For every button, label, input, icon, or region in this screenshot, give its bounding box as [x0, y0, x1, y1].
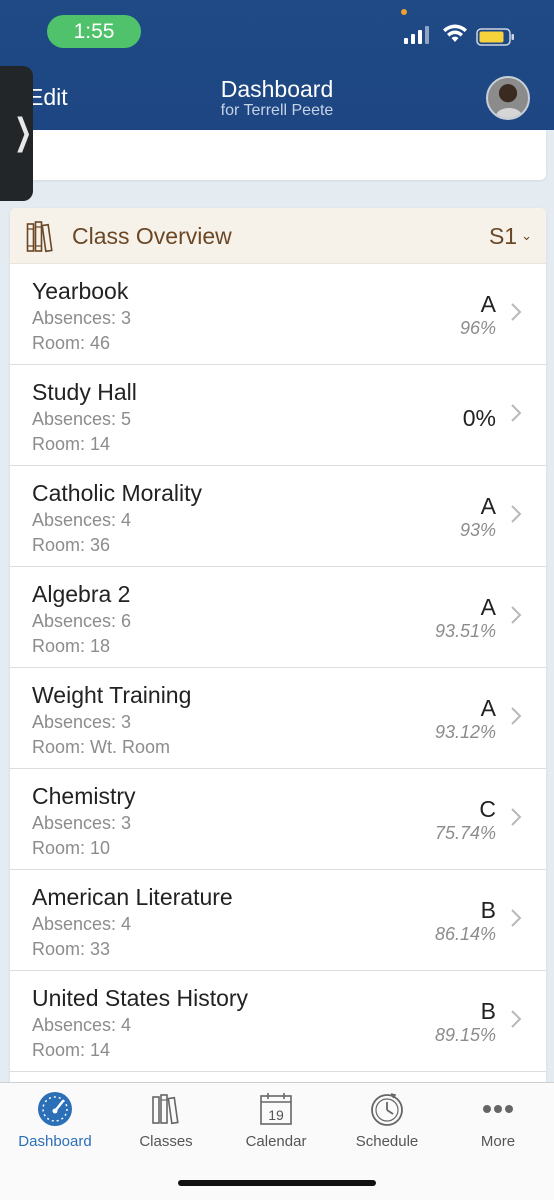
class-name: Chemistry: [32, 783, 136, 809]
term-value: S1: [488, 223, 518, 249]
class-room: Room: 46: [32, 333, 111, 353]
tab-schedule[interactable]: Schedule: [332, 1083, 442, 1163]
class-absences: Absences: 3: [32, 712, 132, 732]
chevron-right-icon: [511, 606, 522, 624]
signal-icon: [404, 26, 429, 44]
class-row-american-literature[interactable]: American Literature Absences: 4 Room: 33…: [10, 870, 546, 971]
tab-dashboard[interactable]: Dashboard: [0, 1083, 110, 1163]
class-row-algebra-2[interactable]: Algebra 2 Absences: 6 Room: 18 A 93.51%: [10, 567, 546, 668]
chevron-right-icon: [511, 404, 522, 422]
class-absences: Absences: 4: [32, 510, 132, 530]
class-room: Room: 14: [32, 1040, 111, 1060]
chevron-right-icon: [511, 808, 522, 826]
class-name: United States History: [32, 985, 249, 1011]
class-row-weight-training[interactable]: Weight Training Absences: 3 Room: Wt. Ro…: [10, 668, 546, 769]
books-icon: [26, 221, 53, 253]
term-selector[interactable]: S1 ⌄: [489, 223, 532, 250]
class-percent: 0%: [462, 405, 496, 431]
class-row-united-states-history[interactable]: United States History Absences: 4 Room: …: [10, 971, 546, 1072]
class-grade: C: [479, 796, 496, 822]
class-percent: 75.74%: [434, 823, 496, 843]
class-name: Weight Training: [32, 682, 192, 708]
class-percent: 86.14%: [434, 924, 496, 944]
more-dots-icon: [483, 1105, 513, 1113]
schedule-clock-icon: [371, 1093, 403, 1126]
class-room: Room: 14: [32, 434, 111, 454]
side-panel-handle[interactable]: ❯: [0, 66, 33, 201]
class-overview-title: Class Overview: [72, 223, 232, 249]
navigation-header: 1:55 Edit Dashboard for Terrell Peete: [0, 0, 554, 130]
class-absences: Absences: 4: [32, 914, 132, 934]
wifi-icon: [443, 24, 467, 42]
class-absences: Absences: 5: [32, 409, 132, 429]
chevron-right-icon: [511, 505, 522, 523]
class-absences: Absences: 6: [32, 611, 132, 631]
tab-label: More: [480, 1133, 516, 1150]
chevron-right-icon: ❯: [14, 112, 33, 153]
class-name: Study Hall: [32, 379, 137, 405]
class-room: Room: 33: [32, 939, 111, 959]
class-row-chemistry[interactable]: Chemistry Absences: 3 Room: 10 C 75.74%: [10, 769, 546, 870]
tab-label: Dashboard: [18, 1133, 92, 1150]
class-grade: A: [480, 291, 496, 317]
class-row-study-hall[interactable]: Study Hall Absences: 5 Room: 14 0%: [10, 365, 546, 466]
chevron-right-icon: [511, 303, 522, 321]
chevron-right-icon: [511, 909, 522, 927]
class-room: Room: 36: [32, 535, 111, 555]
class-percent: 93%: [459, 520, 496, 540]
home-indicator[interactable]: [178, 1180, 376, 1186]
tab-calendar[interactable]: 19 Calendar: [221, 1083, 331, 1163]
tab-label: Classes: [139, 1133, 193, 1150]
class-percent: 96%: [459, 318, 496, 338]
battery-icon: [476, 28, 514, 46]
class-name: Yearbook: [32, 278, 129, 304]
class-absences: Absences: 3: [32, 813, 132, 833]
chevron-right-icon: [511, 707, 522, 725]
tab-more[interactable]: More: [443, 1083, 553, 1163]
previous-card: [10, 130, 546, 180]
page-title: Dashboard: [220, 76, 334, 102]
class-room: Room: 18: [32, 636, 111, 656]
page-subtitle: for Terrell Peete: [220, 102, 334, 119]
chevron-down-icon: ⌄: [521, 228, 532, 243]
class-name: American Literature: [32, 884, 233, 910]
tab-classes[interactable]: Classes: [111, 1083, 221, 1163]
class-overview-card: Class Overview S1 ⌄ Yearbook Absences: 3 …: [10, 208, 546, 1088]
class-percent: 93.51%: [434, 621, 496, 641]
class-room: Room: Wt. Room: [32, 737, 171, 757]
recording-indicator-dot: [401, 9, 407, 15]
class-name: Catholic Morality: [32, 480, 202, 506]
class-grade: A: [480, 594, 496, 620]
class-grade: A: [480, 695, 496, 721]
class-room: Room: 10: [32, 838, 111, 858]
tab-label: Calendar: [245, 1133, 307, 1150]
status-time: 1:55: [47, 15, 141, 48]
books-icon: [152, 1094, 179, 1125]
class-name: Algebra 2: [32, 581, 131, 607]
avatar[interactable]: [486, 76, 530, 120]
class-grade: A: [480, 493, 496, 519]
calendar-icon: 19: [260, 1093, 292, 1125]
class-row-catholic-morality[interactable]: Catholic Morality Absences: 4 Room: 36 A…: [10, 466, 546, 567]
class-grade: B: [480, 897, 496, 923]
class-absences: Absences: 4: [32, 1015, 132, 1035]
tab-label: Schedule: [355, 1133, 419, 1150]
class-percent: 93.12%: [434, 722, 496, 742]
class-list: Yearbook Absences: 3 Room: 46 A 96% Stud…: [10, 264, 546, 1072]
class-grade: B: [480, 998, 496, 1024]
dashboard-gauge-icon: [38, 1092, 72, 1126]
calendar-day: 19: [268, 1107, 284, 1123]
class-absences: Absences: 3: [32, 308, 132, 328]
class-overview-header: Class Overview S1 ⌄: [10, 208, 546, 264]
chevron-right-icon: [511, 1010, 522, 1028]
class-row-yearbook[interactable]: Yearbook Absences: 3 Room: 46 A 96%: [10, 264, 546, 365]
class-percent: 89.15%: [434, 1025, 496, 1045]
